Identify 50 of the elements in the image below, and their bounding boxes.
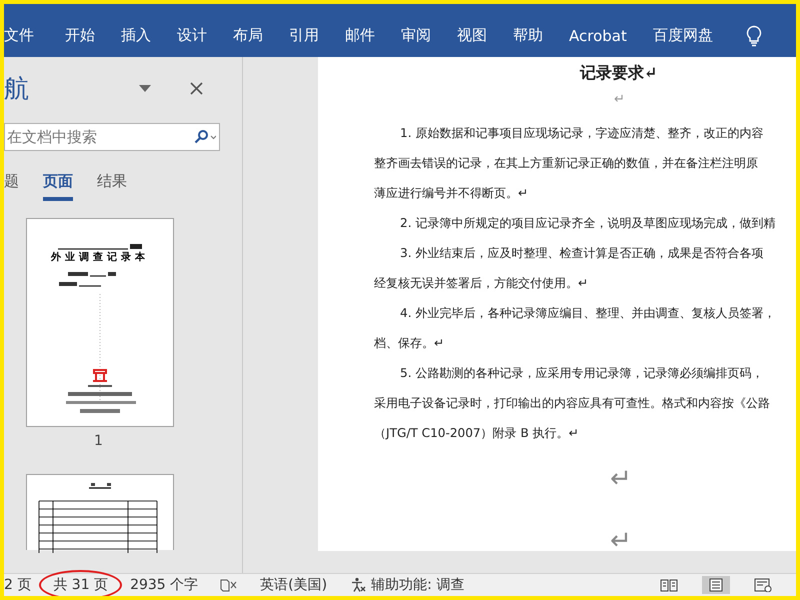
document-text: 4. 外业完毕后，各种记录簿应编目、整理、并由调查、复核人员签署， — [399, 305, 776, 322]
document-text: 整齐画去错误的记录，在其上方重新记录正确的数值，并在备注栏注明原 — [374, 155, 759, 172]
close-icon[interactable] — [190, 82, 203, 94]
ribbon-tab[interactable]: 设计 — [177, 26, 207, 45]
paragraph-mark: ↵ — [609, 525, 633, 551]
ribbon-tab[interactable]: 邮件 — [345, 26, 375, 45]
document-text: 2. 记录簿中所规定的项目应记录齐全，说明及草图应现场完成，做到精 — [399, 215, 776, 232]
dropdown-icon[interactable] — [139, 84, 151, 92]
ribbon-tab[interactable]: 布局 — [233, 26, 263, 45]
ribbon-tab[interactable]: 开始 — [65, 26, 95, 45]
status-text[interactable]: 共 31 页 — [53, 576, 108, 594]
page-thumbnail[interactable]: 外业调查记录本 — [26, 218, 174, 427]
ribbon-tab[interactable]: 审阅 — [401, 26, 431, 45]
document-text: 薄应进行编号并不得断页。↵ — [374, 185, 530, 202]
status-text[interactable]: 2935 个字 — [130, 576, 198, 594]
pane-title: 航 — [4, 72, 29, 104]
document-title: 记录要求↵ — [578, 63, 658, 84]
search-icon[interactable] — [194, 130, 216, 144]
document-text: 5. 公路勘测的各种记录，应采用专用记录簿，记录簿必须编排页码， — [399, 365, 764, 382]
ribbon-tab[interactable]: 文件 — [4, 26, 34, 45]
status-text[interactable]: 2 页 — [4, 576, 32, 594]
page-icon — [708, 578, 724, 592]
proofing-icon[interactable] — [220, 578, 238, 592]
document-text: 1. 原始数据和记事项目应现场记录，字迹应清楚、整齐，改正的内容 — [399, 125, 764, 142]
lightbulb-icon[interactable] — [744, 25, 763, 47]
document-text: 档、保存。↵ — [374, 335, 446, 352]
paragraph-mark: ↵ — [613, 92, 626, 109]
ribbon-tab[interactable]: 插入 — [121, 26, 151, 45]
ribbon-tab[interactable]: 视图 — [457, 26, 487, 45]
search-field[interactable]: 在文档中搜索 — [4, 123, 220, 151]
book-icon — [660, 578, 678, 592]
ribbon-tab[interactable]: 百度网盘 — [652, 26, 713, 45]
paragraph-mark: ↵ — [609, 463, 633, 496]
accessibility-button[interactable]: 辅助功能: 调查 — [349, 576, 464, 594]
pane-tab[interactable]: 题 — [4, 171, 19, 201]
document-text: （JTG/T C10-2007）附录 B 执行。↵ — [374, 425, 580, 442]
ribbon-tab[interactable]: 引用 — [289, 26, 319, 45]
document-text: 3. 外业结束后，应及时整理、检查计算是否正确，成果是否符合各项 — [399, 245, 764, 262]
web-page-icon — [754, 578, 772, 592]
view-button[interactable] — [702, 576, 730, 594]
document-text: 经复核无误并签署后，方能交付使用。↵ — [374, 275, 590, 292]
document-text: 采用电子设备记录时，打印输出的内容应具有可查性。格式和内容按《公路 — [374, 395, 771, 412]
accessibility-icon — [349, 577, 368, 593]
pane-tab[interactable]: 页面 — [43, 171, 73, 201]
pane-tab[interactable]: 结果 — [97, 171, 127, 201]
ribbon-tab[interactable]: 帮助 — [513, 26, 543, 45]
ribbon-tab[interactable]: Acrobat — [569, 27, 627, 45]
thumbnail-title: 外业调查记录本 — [51, 250, 149, 264]
status-text[interactable]: 英语(美国) — [260, 576, 328, 594]
page-number: 1 — [94, 433, 103, 449]
